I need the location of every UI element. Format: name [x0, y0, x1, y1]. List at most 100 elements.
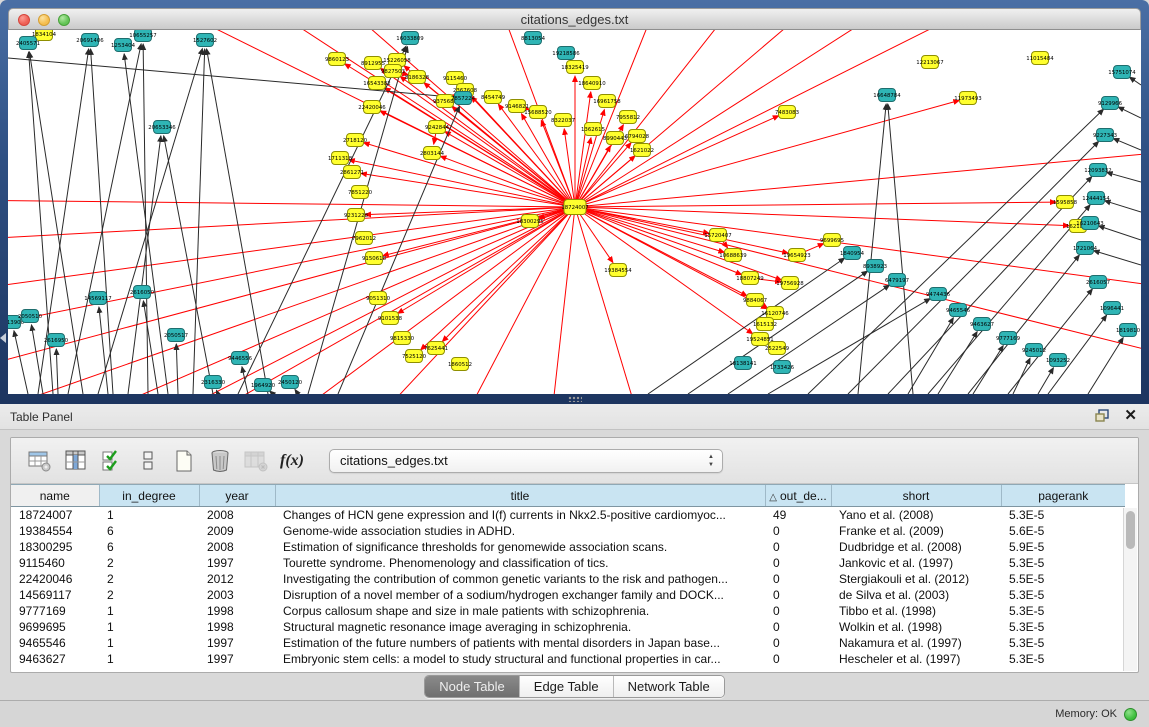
citation-edge-black[interactable] — [1088, 338, 1123, 394]
table-cell[interactable]: 6 — [99, 539, 199, 555]
citation-edge-black[interactable] — [688, 271, 868, 394]
table-cell[interactable]: 49 — [765, 507, 831, 523]
citation-edge-black[interactable] — [68, 44, 141, 394]
citation-edge-red[interactable] — [8, 207, 575, 330]
panel-collapse-arrow-icon[interactable] — [0, 333, 6, 343]
table-cell[interactable]: 5.3E-5 — [1001, 651, 1125, 667]
table-cell[interactable]: 1 — [99, 635, 199, 651]
table-row[interactable]: 2242004622012Investigating the contribut… — [11, 571, 1125, 587]
table-cell[interactable]: Estimation of the future numbers of pati… — [275, 635, 765, 651]
citation-edge-black[interactable] — [91, 49, 113, 394]
table-row[interactable]: 1938455462009Genome-wide association stu… — [11, 523, 1125, 539]
table-cell[interactable]: 22420046 — [11, 571, 99, 587]
citation-edge-red[interactable] — [445, 132, 575, 207]
table-scrollbar[interactable] — [1123, 508, 1137, 671]
citation-edge-red[interactable] — [8, 200, 575, 207]
table-cell[interactable]: 1997 — [199, 651, 275, 667]
table-cell[interactable]: 1997 — [199, 555, 275, 571]
table-cell[interactable]: Yano et al. (2008) — [831, 507, 1001, 523]
table-cell[interactable]: 2009 — [199, 523, 275, 539]
table-cell[interactable]: 2008 — [199, 507, 275, 523]
table-cell[interactable]: 19384554 — [11, 523, 99, 539]
table-cell[interactable]: 9115460 — [11, 555, 99, 571]
table-cell[interactable]: 5.5E-5 — [1001, 571, 1125, 587]
table-cell[interactable]: 5.3E-5 — [1001, 635, 1125, 651]
table-cell[interactable]: 6 — [99, 523, 199, 539]
table-cell[interactable]: 9777169 — [11, 603, 99, 619]
table-cell[interactable]: Estimation of significance thresholds fo… — [275, 539, 765, 555]
table-cell[interactable]: Wolkin et al. (1998) — [831, 619, 1001, 635]
citation-edge-black[interactable] — [124, 54, 168, 394]
citation-edge-black[interactable] — [99, 307, 108, 394]
table-cell[interactable]: 1 — [99, 619, 199, 635]
citation-edge-black[interactable] — [1094, 251, 1141, 265]
table-cell[interactable]: Tibbo et al. (1998) — [831, 603, 1001, 619]
table-row[interactable]: 1872400712008Changes of HCN gene express… — [11, 507, 1125, 523]
citation-edge-black[interactable] — [1118, 107, 1141, 118]
table-cell[interactable]: 5.3E-5 — [1001, 603, 1125, 619]
citation-edge-black[interactable] — [242, 367, 248, 394]
table-cell[interactable]: Genome-wide association studies in ADHD. — [275, 523, 765, 539]
table-row[interactable]: 946554611997Estimation of the future num… — [11, 635, 1125, 651]
citation-edge-black[interactable] — [31, 325, 43, 394]
table-cell[interactable]: Dudbridge et al. (2008) — [831, 539, 1001, 555]
column-header-short[interactable]: short — [831, 485, 1001, 507]
table-row[interactable]: 969969511998Structural magnetic resonanc… — [11, 619, 1125, 635]
table-cell[interactable]: 5.3E-5 — [1001, 555, 1125, 571]
table-cell[interactable]: 2 — [99, 555, 199, 571]
table-cell[interactable]: 18724007 — [11, 507, 99, 523]
citation-edge-black[interactable] — [1013, 358, 1030, 394]
citation-edge-black[interactable] — [128, 136, 161, 394]
table-cell[interactable]: Investigating the contribution of common… — [275, 571, 765, 587]
table-cell[interactable]: 9463627 — [11, 651, 99, 667]
table-cell[interactable]: 5.6E-5 — [1001, 523, 1125, 539]
column-header-pagerank[interactable]: pagerank — [1001, 485, 1125, 507]
citation-edge-black[interactable] — [1107, 172, 1141, 182]
table-cell[interactable]: 0 — [765, 571, 831, 587]
citation-edge-red[interactable] — [8, 207, 575, 370]
citation-edge-black[interactable] — [164, 136, 213, 394]
table-cell[interactable]: Stergiakouli et al. (2012) — [831, 571, 1001, 587]
table-cell[interactable]: 9699695 — [11, 619, 99, 635]
citation-edge-red[interactable] — [575, 143, 631, 207]
citation-edge-red[interactable] — [548, 207, 575, 394]
table-cell[interactable]: Structural magnetic resonance image aver… — [275, 619, 765, 635]
table-cell[interactable]: 0 — [765, 635, 831, 651]
table-cell[interactable]: 18300295 — [11, 539, 99, 555]
split-divider-handle[interactable] — [568, 396, 582, 402]
table-cell[interactable]: 1998 — [199, 603, 275, 619]
citation-edge-black[interactable] — [938, 332, 977, 394]
network-window-titlebar[interactable]: citations_edges.txt — [8, 8, 1141, 30]
table-scrollbar-thumb[interactable] — [1126, 511, 1135, 549]
citation-edge-black[interactable] — [1105, 201, 1141, 212]
row-height-icon[interactable] — [133, 446, 163, 476]
column-header-in_degree[interactable]: in_degree — [99, 485, 199, 507]
table-cell[interactable]: Disruption of a novel member of a sodium… — [275, 587, 765, 603]
table-cell[interactable]: 0 — [765, 523, 831, 539]
citation-edge-black[interactable] — [238, 46, 406, 394]
table-selector-dropdown[interactable]: citations_edges.txt ▲▼ — [329, 449, 723, 473]
citation-edge-black[interactable] — [14, 331, 28, 394]
table-cell[interactable]: 14569117 — [11, 587, 99, 603]
table-cell[interactable]: 1 — [99, 507, 199, 523]
citation-edge-red[interactable] — [258, 30, 575, 207]
zoom-window-button[interactable] — [58, 14, 70, 26]
table-cell[interactable]: Tourette syndrome. Phenomenology and cla… — [275, 555, 765, 571]
table-cell[interactable]: 2003 — [199, 587, 275, 603]
close-panel-icon[interactable]: ✕ — [1124, 408, 1137, 424]
table-cell[interactable]: Changes of HCN gene expression and I(f) … — [275, 507, 765, 523]
column-header-title[interactable]: title — [275, 485, 765, 507]
tab-node-table[interactable]: Node Table — [425, 676, 519, 697]
table-cell[interactable]: 5.9E-5 — [1001, 539, 1125, 555]
citation-edge-red[interactable] — [575, 202, 1056, 207]
citation-edge-red[interactable] — [440, 156, 575, 207]
float-window-icon[interactable] — [1095, 409, 1110, 423]
table-row[interactable]: 1456911722003Disruption of a novel membe… — [11, 587, 1125, 603]
table-cell[interactable]: 1 — [99, 603, 199, 619]
citation-edge-black[interactable] — [207, 49, 268, 394]
column-header-year[interactable]: year — [199, 485, 275, 507]
table-cell[interactable]: 5.3E-5 — [1001, 507, 1125, 523]
table-cell[interactable]: 0 — [765, 619, 831, 635]
table-cell[interactable]: 2012 — [199, 571, 275, 587]
citation-edge-red[interactable] — [380, 68, 575, 207]
